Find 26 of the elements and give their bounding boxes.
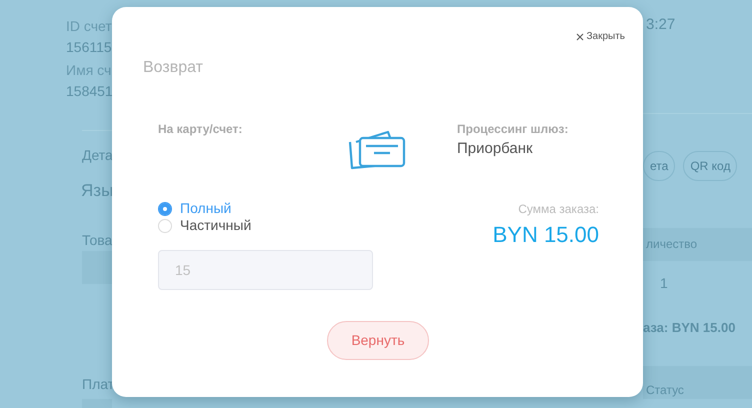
close-icon [576, 32, 584, 40]
gateway-name: Приорбанк [457, 139, 534, 159]
field-label: На карту/счет: [158, 121, 244, 138]
radio-option[interactable]: Частичный [158, 217, 458, 234]
radio-label: Полный [180, 199, 232, 218]
radio-label: Частичный [180, 216, 252, 235]
modal-title: Возврат [143, 58, 204, 78]
language-label: Язы [81, 181, 114, 200]
radio-option[interactable]: Полный [158, 200, 458, 217]
action-button[interactable]: QR код [683, 150, 738, 180]
field-value: 156115 [66, 39, 112, 55]
section-heading: Това [82, 232, 112, 248]
total-label: Сумма заказа: [517, 201, 599, 218]
field-value: 158451 [66, 83, 113, 99]
close-button[interactable]: Закрыть [576, 29, 625, 44]
time-value: 3:27 [646, 16, 676, 33]
cards-icon [348, 128, 406, 172]
section-heading: Дета [82, 147, 113, 163]
order-total: аза: BYN 15.00 [643, 320, 736, 334]
field-label: Процессинг шлюз: [457, 121, 568, 138]
table-cell: 1 [660, 274, 668, 290]
total-amount: BYN 15.00 [492, 221, 599, 249]
return-button[interactable]: Вернуть [327, 321, 429, 360]
table-header [82, 250, 112, 284]
radio-button[interactable] [158, 202, 172, 216]
section-heading: Плат [82, 376, 114, 392]
